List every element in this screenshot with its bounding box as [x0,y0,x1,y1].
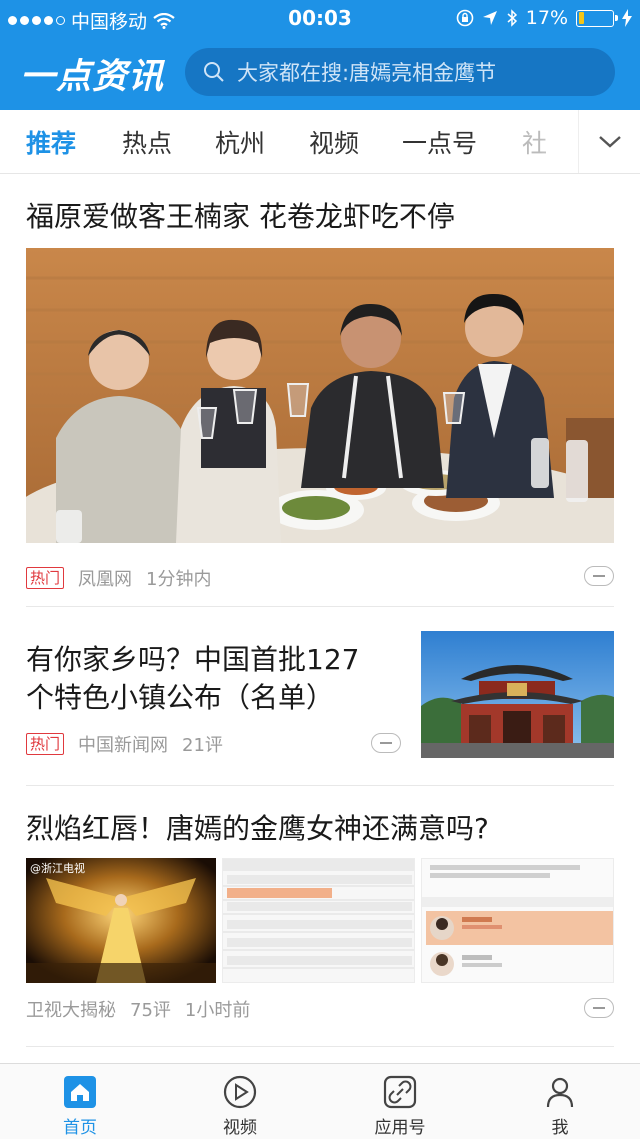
article-thumbnail-vote [421,858,614,983]
article-thumbnail-table [222,858,415,983]
channel-tabs: 推荐 热点 杭州 视频 一点号 社 [0,110,640,174]
hot-badge: 热门 [26,567,65,589]
lock-rotation-icon [456,9,474,27]
article-photo-dinner [26,248,614,543]
article-title-line-2: 个特色小镇公布（名单） [26,681,335,714]
article-source: 凤凰网 [78,569,133,590]
search-icon [204,62,224,82]
search-placeholder: 大家都在搜:唐嫣亮相金鹰节 [237,61,497,85]
tab-yidianhao[interactable]: 一点号 [402,124,477,160]
article-thumbnail-stage: @浙江电视 [26,858,216,983]
article-meta: 热门 凤凰网 1分钟内 [26,565,211,591]
nav-app-accounts[interactable]: 应用号 [320,1064,480,1139]
link-icon [383,1075,417,1109]
article-comments: 75评 [130,1000,171,1021]
nav-me[interactable]: 我 [480,1064,640,1139]
tab-video[interactable]: 视频 [309,124,359,160]
article-card[interactable]: 烈焰红唇！唐嫣的金鹰女神还满意吗? @浙江电视 卫视大揭秘 75评 1小时前 [0,786,640,1046]
bottom-tab-bar: 首页 视频 应用号 我 [0,1063,640,1139]
watermark-text: @浙江电视 [30,862,85,875]
article-card[interactable]: 有你家乡吗？中国首批127 个特色小镇公布（名单） 热门 中国新闻网 21评 [0,607,640,785]
article-meta: 热门 中国新闻网 21评 [26,731,223,757]
article-comments: 21评 [182,735,223,756]
tabs-expand-button[interactable] [578,110,640,173]
nav-video[interactable]: 视频 [160,1064,320,1139]
nav-me-label: 我 [551,1118,569,1138]
location-icon [482,11,497,25]
dismiss-button[interactable] [584,566,614,586]
tab-hot[interactable]: 热点 [122,124,172,160]
bluetooth-icon [507,9,517,27]
person-icon [546,1077,574,1108]
article-source: 中国新闻网 [78,735,169,756]
nav-home[interactable]: 首页 [0,1064,160,1139]
app-logo: 一点资讯 [20,57,165,97]
divider [26,1046,614,1047]
chevron-down-icon [598,136,621,148]
article-time: 1小时前 [184,1000,251,1021]
dismiss-button[interactable] [371,733,401,753]
article-card[interactable]: 福原爱做客王楠家 花卷龙虾吃不停 热门 凤凰网 1分钟内 [0,174,640,606]
tab-hangzhou[interactable]: 杭州 [215,124,265,160]
charging-icon [622,9,632,27]
hot-badge: 热门 [26,733,65,755]
app-header: 一点资讯 大家都在搜:唐嫣亮相金鹰节 [0,36,640,110]
article-thumbnail-gate [421,631,614,758]
article-title: 福原爱做客王楠家 花卷龙虾吃不停 [26,200,455,233]
article-title-line-1: 有你家乡吗？中国首批127 [26,643,360,676]
nav-home-label: 首页 [63,1118,97,1138]
nav-app-accounts-label: 应用号 [374,1118,426,1138]
search-bar[interactable]: 大家都在搜:唐嫣亮相金鹰节 [185,48,615,96]
tab-recommend[interactable]: 推荐 [26,124,76,160]
play-icon [223,1075,257,1109]
status-right: 17% [456,7,632,29]
dismiss-button[interactable] [584,998,614,1018]
status-bar: 中国移动 00:03 17% [0,0,640,36]
battery-icon [576,9,618,27]
article-meta: 卫视大揭秘 75评 1小时前 [26,996,250,1022]
battery-percent: 17% [525,7,568,29]
article-title: 烈焰红唇！唐嫣的金鹰女神还满意吗? [26,812,489,845]
home-icon [64,1076,96,1108]
article-source: 卫视大揭秘 [26,1000,116,1021]
nav-video-label: 视频 [223,1118,257,1138]
article-time: 1分钟内 [146,569,212,590]
